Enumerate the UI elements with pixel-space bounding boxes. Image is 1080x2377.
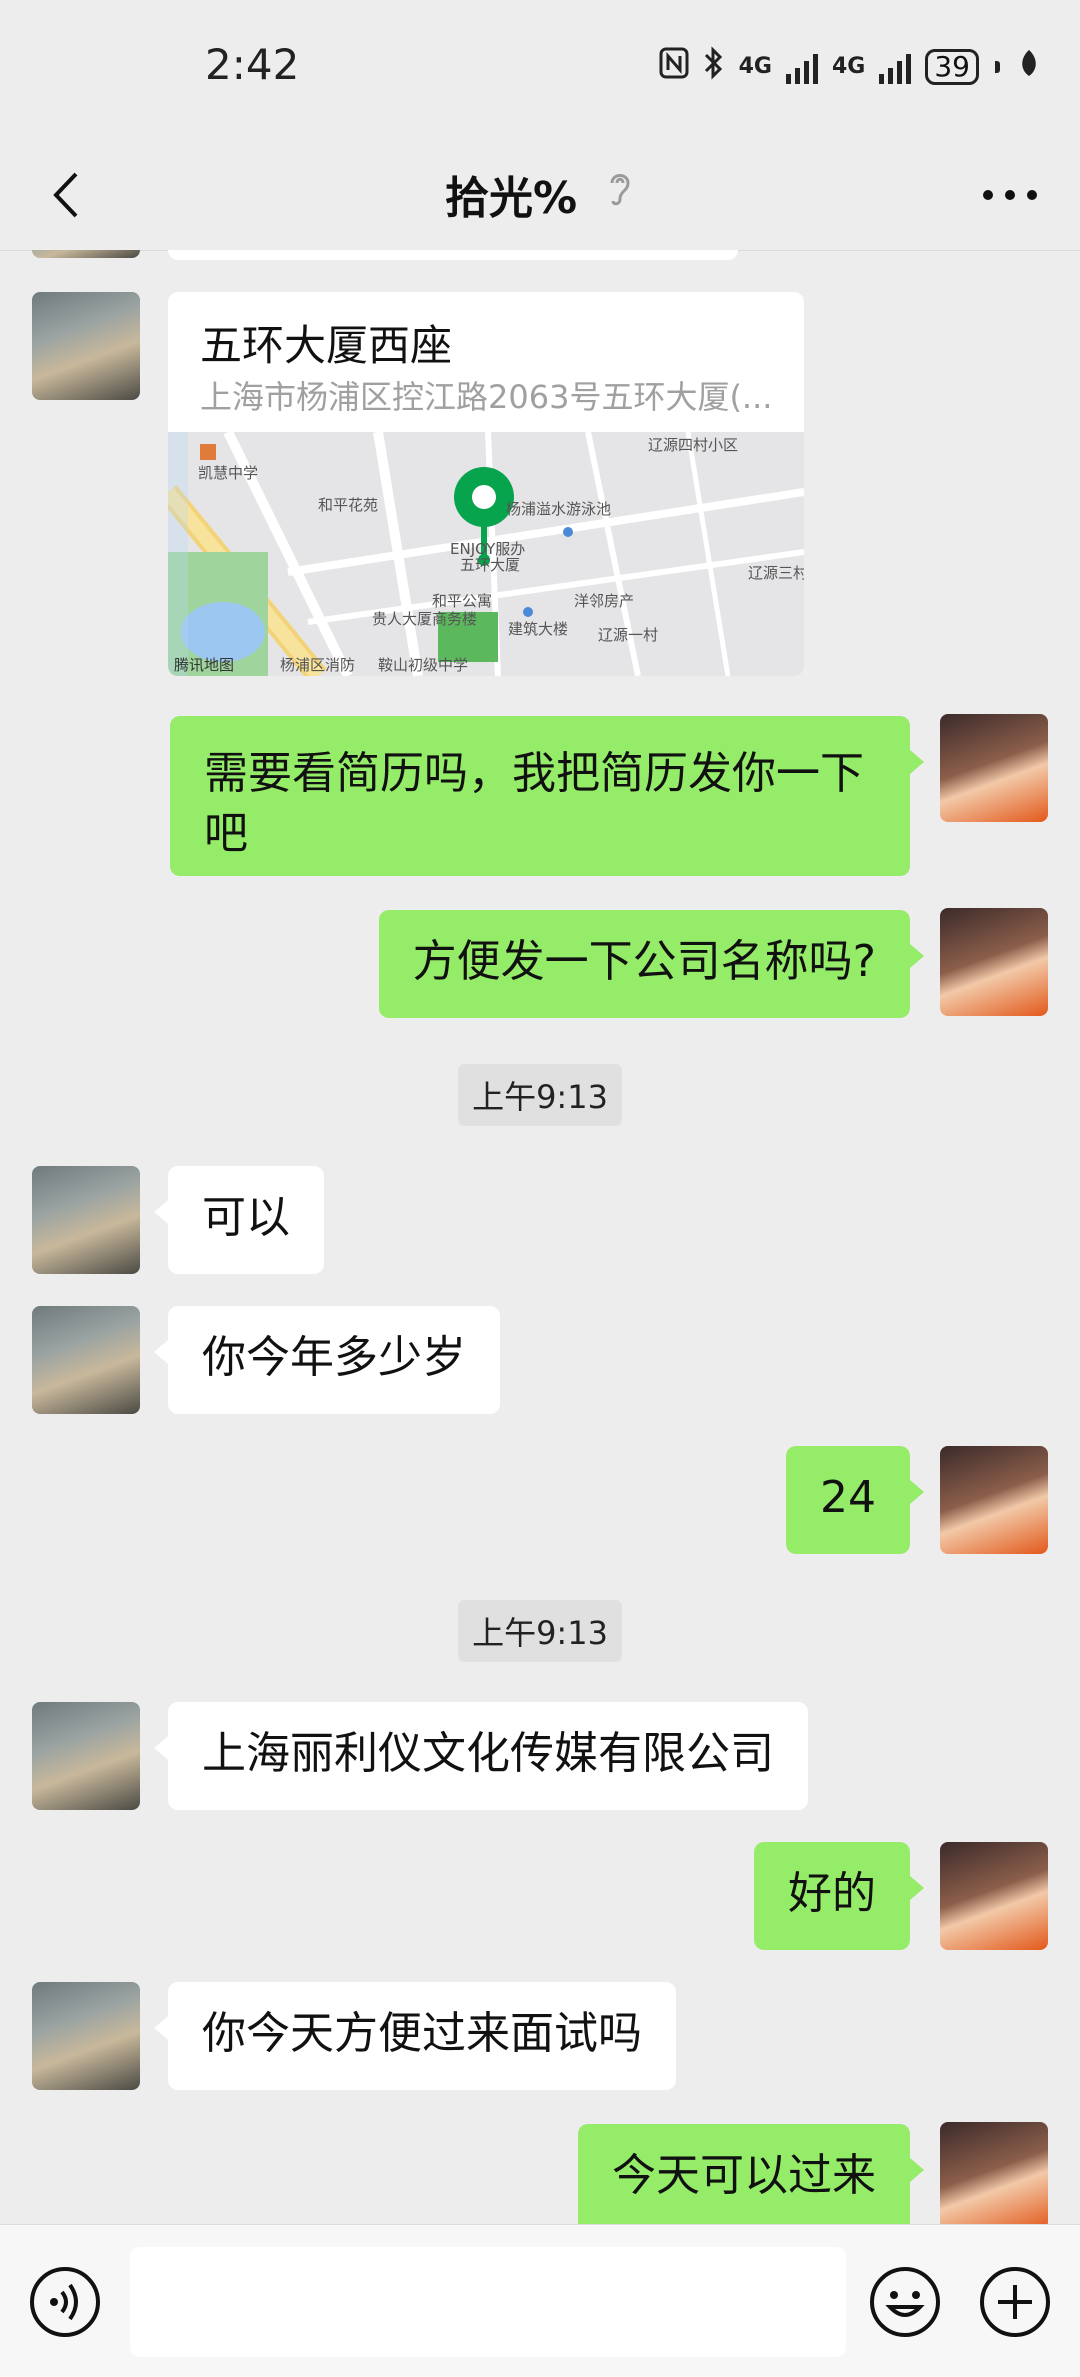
leaf-icon: [1018, 48, 1040, 86]
input-bar: [0, 2224, 1080, 2377]
chat-area[interactable]: 五环大厦西座 上海市杨浦区控江路2063号五环大厦(... 辽源四村小区 凯慧中…: [0, 250, 1080, 2224]
message-text: 好的: [788, 1868, 876, 1919]
map-label: 杨浦区消防: [280, 656, 356, 674]
message-bubble[interactable]: 你今年多少岁: [154, 1306, 500, 1414]
ear-icon: [605, 169, 635, 220]
map-provider-label: 腾讯地图: [174, 656, 235, 674]
contact-avatar[interactable]: [32, 1702, 140, 1810]
map-label: 和平花苑: [318, 496, 379, 514]
contact-avatar[interactable]: [32, 250, 140, 258]
map-label: 建筑大楼: [508, 620, 569, 638]
contact-name: 拾光%: [444, 173, 578, 224]
map-label: 辽源一村: [598, 626, 659, 644]
status-bar: 2:42 4G 4G 39: [0, 0, 1080, 140]
previous-message-bubble: [168, 250, 738, 260]
map-label: 凯慧中学: [198, 464, 259, 482]
emoji-icon: [870, 2267, 940, 2337]
emoji-button[interactable]: [868, 2265, 942, 2339]
contact-avatar[interactable]: [32, 1306, 140, 1414]
chat-header: 拾光%: [0, 140, 1080, 251]
my-avatar[interactable]: [940, 2122, 1048, 2224]
status-icons: 4G 4G 39: [659, 46, 1040, 87]
message-bubble[interactable]: 需要看简历吗，我把简历发你一下 吧: [170, 716, 924, 876]
voice-icon: [30, 2267, 100, 2337]
status-time: 2:42: [205, 40, 300, 89]
message-text: 24: [820, 1472, 876, 1523]
signal-icon-2: [879, 50, 912, 84]
location-name: 五环大厦西座: [200, 321, 453, 370]
map-label: 五环大厦: [460, 556, 521, 574]
map-label: 洋邻房产: [574, 592, 635, 610]
more-icon: [983, 190, 1037, 200]
message-bubble[interactable]: 可以: [154, 1166, 324, 1274]
voice-input-button[interactable]: [28, 2265, 102, 2339]
my-avatar[interactable]: [940, 1842, 1048, 1950]
chat-title: 拾光%: [0, 162, 1080, 226]
more-options-button[interactable]: [970, 160, 1050, 230]
location-address: 上海市杨浦区控江路2063号五环大厦(...: [200, 378, 773, 416]
contact-avatar[interactable]: [32, 1982, 140, 2090]
my-avatar[interactable]: [940, 1446, 1048, 1554]
location-map: 辽源四村小区 凯慧中学 和平花苑 杨浦溢水游泳池 ENJOY服办 五环大厦 洋邻…: [168, 432, 804, 676]
message-bubble[interactable]: 上海丽利仪文化传媒有限公司: [154, 1702, 808, 1810]
message-text: 可以: [202, 1192, 290, 1243]
battery-tip: [995, 60, 1000, 73]
battery-level: 39: [934, 49, 970, 83]
map-label: 辽源三村: [748, 564, 804, 582]
my-avatar[interactable]: [940, 714, 1048, 822]
map-label: 辽源四村小区: [648, 436, 739, 454]
message-text: 方便发一下公司名称吗?: [412, 936, 876, 987]
message-text: 你今天方便过来面试吗: [202, 2008, 642, 2059]
location-card[interactable]: 五环大厦西座 上海市杨浦区控江路2063号五环大厦(... 辽源四村小区 凯慧中…: [168, 292, 804, 676]
bluetooth-icon: [703, 46, 725, 87]
plus-icon: [980, 2267, 1050, 2337]
my-avatar[interactable]: [940, 908, 1048, 1016]
map-label: 杨浦溢水游泳池: [506, 500, 612, 518]
signal-icon: [785, 50, 818, 84]
contact-avatar[interactable]: [32, 1166, 140, 1274]
timestamp-text: 上午9:13: [458, 1064, 622, 1126]
timestamp-text: 上午9:13: [458, 1600, 622, 1662]
network-type-1: 4G: [738, 54, 772, 79]
timestamp: 上午9:13: [0, 1600, 1080, 1662]
message-text-line2: 吧: [204, 808, 248, 859]
more-functions-button[interactable]: [978, 2265, 1052, 2339]
map-label: 鞍山初级中学: [378, 656, 469, 674]
message-bubble[interactable]: 24: [786, 1446, 924, 1554]
contact-avatar[interactable]: [32, 292, 140, 400]
message-input[interactable]: [130, 2247, 846, 2357]
message-text: 上海丽利仪文化传媒有限公司: [202, 1728, 774, 1779]
battery-icon: 39: [925, 48, 979, 85]
timestamp: 上午9:13: [0, 1064, 1080, 1126]
message-bubble[interactable]: 你今天方便过来面试吗: [154, 1982, 676, 2090]
network-type-2: 4G: [831, 54, 866, 79]
message-text: 今天可以过来: [612, 2150, 876, 2201]
message-text: 需要看简历吗，我把简历发你一下: [204, 748, 864, 799]
message-bubble[interactable]: 好的: [754, 1842, 924, 1950]
message-text: 你今年多少岁: [202, 1332, 466, 1383]
message-bubble[interactable]: 今天可以过来: [578, 2124, 924, 2224]
nfc-icon: [659, 47, 689, 86]
message-bubble[interactable]: 方便发一下公司名称吗?: [378, 910, 925, 1018]
map-label: 贵人大厦商务楼: [372, 610, 478, 628]
